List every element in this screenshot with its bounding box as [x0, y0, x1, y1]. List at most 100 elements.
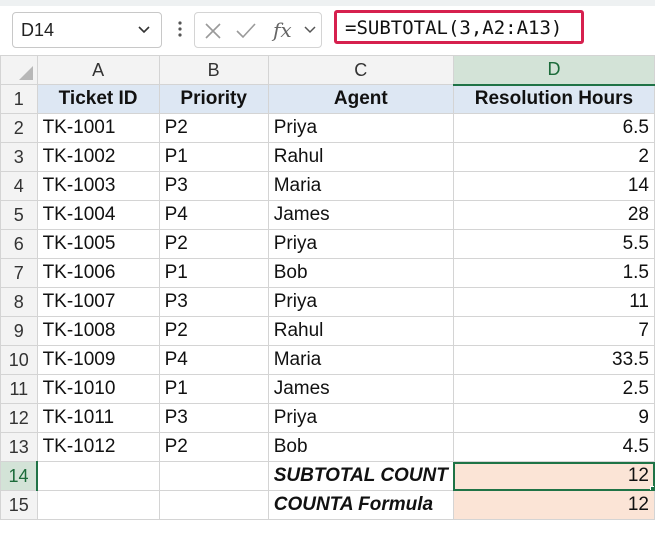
row-header[interactable]: 6 [0, 229, 38, 259]
formula-input[interactable]: =SUBTOTAL(3,A2:A13) [334, 10, 584, 44]
formula-text: =SUBTOTAL(3,A2:A13) [345, 17, 563, 39]
cell-resolution-hours[interactable]: 9 [452, 403, 655, 433]
subtotal-count-value[interactable]: 12 [452, 461, 655, 491]
cell-ticket-id[interactable]: TK-1004 [36, 200, 160, 230]
chevron-down-icon[interactable] [137, 23, 151, 42]
cell-priority[interactable]: P1 [158, 258, 269, 288]
cell-ticket-id[interactable]: TK-1003 [36, 171, 160, 201]
cell-resolution-hours[interactable]: 7 [452, 316, 655, 346]
expand-chevron-icon[interactable] [303, 23, 317, 42]
column-header-c[interactable]: C [267, 55, 454, 85]
row-header[interactable]: 12 [0, 403, 38, 433]
cell-resolution-hours[interactable]: 4.5 [452, 432, 655, 462]
cell-resolution-hours[interactable]: 1.5 [452, 258, 655, 288]
row-header[interactable]: 3 [0, 142, 38, 172]
name-box[interactable]: D14 [12, 12, 162, 48]
cell-priority[interactable]: P2 [158, 316, 269, 346]
cell-ticket-id[interactable]: TK-1008 [36, 316, 160, 346]
cell-priority[interactable]: P3 [158, 287, 269, 317]
cell-resolution-hours[interactable]: 6.5 [452, 113, 655, 143]
cell-resolution-hours[interactable]: 14 [452, 171, 655, 201]
row-header[interactable]: 7 [0, 258, 38, 288]
cell-a14[interactable] [36, 461, 160, 491]
spreadsheet-grid: A B C D 1 Ticket ID Priority Agent Resol… [0, 55, 655, 520]
header-resolution-hours[interactable]: Resolution Hours [452, 84, 655, 114]
insert-function-icon[interactable]: fx [273, 18, 292, 42]
fill-handle[interactable] [650, 486, 654, 490]
formula-bar-area: D14 fx =SUBTOTAL(3,A2:A13) [0, 0, 655, 62]
cell-agent[interactable]: Priya [267, 113, 454, 143]
cell-ticket-id[interactable]: TK-1006 [36, 258, 160, 288]
cell-b14[interactable] [158, 461, 269, 491]
column-header-b[interactable]: B [158, 55, 269, 85]
header-agent[interactable]: Agent [267, 84, 454, 114]
table-row: 3 TK-1002 P1 Rahul 2 [0, 142, 655, 172]
table-row: 5 TK-1004 P4 James 28 [0, 200, 655, 230]
cell-ticket-id[interactable]: TK-1002 [36, 142, 160, 172]
cell-agent[interactable]: Rahul [267, 316, 454, 346]
cell-priority[interactable]: P4 [158, 200, 269, 230]
select-all-icon [18, 66, 33, 80]
subtotal-count-label[interactable]: SUBTOTAL COUNT [267, 461, 454, 491]
cell-agent[interactable]: Maria [267, 345, 454, 375]
cell-priority[interactable]: P2 [158, 113, 269, 143]
row-header[interactable]: 15 [0, 490, 38, 520]
cell-agent[interactable]: James [267, 374, 454, 404]
table-row: 13 TK-1012 P2 Bob 4.5 [0, 432, 655, 462]
cell-agent[interactable]: Priya [267, 229, 454, 259]
cell-resolution-hours[interactable]: 2 [452, 142, 655, 172]
cell-resolution-hours[interactable]: 5.5 [452, 229, 655, 259]
row-header[interactable]: 2 [0, 113, 38, 143]
cell-agent[interactable]: Priya [267, 403, 454, 433]
row-header[interactable]: 14 [0, 461, 39, 491]
cell-ticket-id[interactable]: TK-1009 [36, 345, 160, 375]
cell-ticket-id[interactable]: TK-1001 [36, 113, 160, 143]
row-header[interactable]: 11 [0, 374, 38, 404]
select-all-corner[interactable] [0, 55, 38, 85]
cell-agent[interactable]: Maria [267, 171, 454, 201]
column-header-d[interactable]: D [452, 55, 655, 86]
row-header[interactable]: 13 [0, 432, 38, 462]
row-header[interactable]: 1 [0, 84, 38, 114]
table-row: 12 TK-1011 P3 Priya 9 [0, 403, 655, 433]
cell-resolution-hours[interactable]: 2.5 [452, 374, 655, 404]
table-row: 8 TK-1007 P3 Priya 11 [0, 287, 655, 317]
cell-priority[interactable]: P2 [158, 229, 269, 259]
cell-a15[interactable] [36, 490, 160, 520]
table-row: 6 TK-1005 P2 Priya 5.5 [0, 229, 655, 259]
cell-ticket-id[interactable]: TK-1005 [36, 229, 160, 259]
more-options-icon[interactable] [175, 12, 185, 42]
cell-ticket-id[interactable]: TK-1011 [36, 403, 160, 433]
cancel-icon[interactable] [203, 21, 223, 46]
cell-agent[interactable]: Rahul [267, 142, 454, 172]
cell-priority[interactable]: P1 [158, 142, 269, 172]
header-ticket-id[interactable]: Ticket ID [36, 84, 160, 114]
cell-agent[interactable]: Bob [267, 432, 454, 462]
cell-ticket-id[interactable]: TK-1012 [36, 432, 160, 462]
counta-formula-value[interactable]: 12 [452, 490, 655, 520]
cell-ticket-id[interactable]: TK-1007 [36, 287, 160, 317]
cell-agent[interactable]: Priya [267, 287, 454, 317]
cell-b15[interactable] [158, 490, 269, 520]
cell-resolution-hours[interactable]: 33.5 [452, 345, 655, 375]
cell-priority[interactable]: P1 [158, 374, 269, 404]
cell-priority[interactable]: P4 [158, 345, 269, 375]
cell-ticket-id[interactable]: TK-1010 [36, 374, 160, 404]
cell-priority[interactable]: P3 [158, 403, 269, 433]
row-header[interactable]: 10 [0, 345, 38, 375]
cell-agent[interactable]: James [267, 200, 454, 230]
cell-priority[interactable]: P2 [158, 432, 269, 462]
table-row: 7 TK-1006 P1 Bob 1.5 [0, 258, 655, 288]
row-header[interactable]: 4 [0, 171, 38, 201]
cell-resolution-hours[interactable]: 28 [452, 200, 655, 230]
row-header[interactable]: 5 [0, 200, 38, 230]
row-header[interactable]: 8 [0, 287, 38, 317]
enter-check-icon[interactable] [235, 21, 257, 46]
column-header-a[interactable]: A [36, 55, 160, 85]
cell-priority[interactable]: P3 [158, 171, 269, 201]
counta-formula-label[interactable]: COUNTA Formula [267, 490, 454, 520]
cell-resolution-hours[interactable]: 11 [452, 287, 655, 317]
row-header[interactable]: 9 [0, 316, 38, 346]
cell-agent[interactable]: Bob [267, 258, 454, 288]
header-priority[interactable]: Priority [158, 84, 269, 114]
